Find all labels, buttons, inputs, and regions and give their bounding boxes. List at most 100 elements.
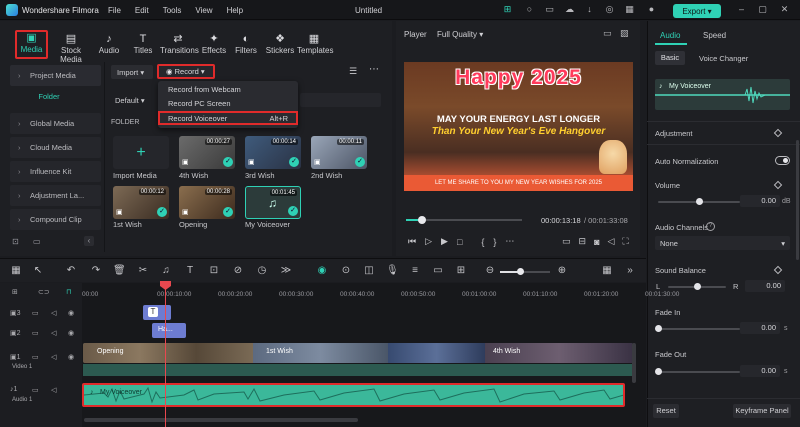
media-item-1st-wish[interactable]: 00:00:12 ▣ ✓: [113, 186, 169, 219]
folder-icon[interactable]: ▭: [32, 329, 39, 337]
ai-mode-icon[interactable]: ◉: [316, 265, 328, 276]
more-options-icon[interactable]: ⋯: [505, 236, 514, 247]
stop-icon[interactable]: □: [457, 237, 462, 247]
grid-view-icon[interactable]: ▦: [601, 265, 613, 276]
add-track-icon[interactable]: ⊞: [12, 288, 18, 296]
bracket-in-icon[interactable]: {: [481, 237, 484, 247]
headset-icon[interactable]: ◎: [605, 5, 614, 14]
sort-default-dropdown[interactable]: Default ▾: [115, 96, 145, 105]
media-item-opening[interactable]: 00:00:28 ▣ ✓: [179, 186, 235, 219]
avatar-icon[interactable]: ●: [647, 5, 656, 14]
title-clip[interactable]: T: [143, 305, 171, 320]
eye-icon[interactable]: ◉: [68, 353, 74, 361]
more-options-icon[interactable]: ⋯: [369, 64, 379, 75]
subtitle-icon[interactable]: ▭: [432, 265, 444, 276]
monitor-icon[interactable]: ▭: [545, 5, 554, 14]
media-item-3rd-wish[interactable]: 00:00:14 ▣ ✓: [245, 136, 301, 169]
folder-icon[interactable]: ▭: [32, 353, 39, 361]
skip-back-icon[interactable]: ⏮: [408, 236, 416, 247]
sidebar-item-compound-clip[interactable]: Compound Clip: [10, 209, 101, 230]
media-search-input[interactable]: [300, 93, 381, 107]
timeline-vertical-scrollbar[interactable]: [632, 343, 636, 383]
zoom-in-icon[interactable]: ⊕: [556, 265, 568, 276]
sidebar-item-global-media[interactable]: Global Media: [10, 113, 101, 134]
volume-icon[interactable]: ◁: [608, 236, 615, 247]
filter-icon[interactable]: ☰: [349, 66, 357, 77]
menu-item-record-pc-screen[interactable]: Record PC Screen: [158, 97, 298, 111]
auto-normalization-toggle[interactable]: [775, 156, 790, 165]
download-icon[interactable]: ↓: [585, 5, 594, 14]
tab-audio[interactable]: Audio: [660, 31, 680, 40]
snapshot-icon[interactable]: ▭: [603, 28, 612, 39]
collapse-sidebar-icon[interactable]: ‹: [84, 236, 94, 246]
volume-input[interactable]: 0.00: [740, 195, 780, 207]
magnet-icon[interactable]: ⊓: [66, 288, 71, 296]
tool-audio[interactable]: ♪ Audio: [96, 33, 122, 55]
folder-icon[interactable]: ▭: [32, 309, 39, 317]
play-icon[interactable]: ▷: [425, 236, 432, 247]
quality-dropdown[interactable]: Full Quality ▾: [437, 30, 483, 39]
media-item-2nd-wish[interactable]: 00:00:11 ▣ ✓: [311, 136, 367, 169]
minimize-icon[interactable]: –: [737, 5, 746, 14]
timeline-scrollbar[interactable]: [84, 418, 358, 422]
menu-file[interactable]: File: [108, 6, 121, 15]
maximize-icon[interactable]: ▢: [758, 5, 767, 14]
fade-in-knob[interactable]: [655, 325, 662, 332]
sidebar-item-cloud-media[interactable]: Cloud Media: [10, 137, 101, 158]
sidebar-item-influence-kit[interactable]: Influence Kit: [10, 161, 101, 182]
menu-item-record-voiceover[interactable]: Record Voiceover Alt+R: [158, 111, 298, 125]
tool-transitions[interactable]: ⇄ Transitions: [160, 33, 199, 55]
fit-icon[interactable]: ⊟: [579, 236, 587, 247]
keyframe-panel-button[interactable]: Keyframe Panel: [733, 404, 791, 418]
media-item-my-voiceover[interactable]: 00:01:45 ♫ ✓: [245, 186, 301, 219]
camera-icon[interactable]: ◙: [594, 237, 599, 247]
eye-icon[interactable]: ◉: [68, 309, 74, 317]
grid-icon[interactable]: ▦: [625, 5, 634, 14]
audio-clip-my-voiceover[interactable]: ♪ My Voiceover: [82, 383, 625, 407]
speaker-icon[interactable]: ◁: [51, 329, 56, 337]
help-icon[interactable]: ?: [706, 222, 715, 231]
redo-icon[interactable]: ↷: [90, 265, 102, 276]
tool-filters[interactable]: ◐ Filters: [235, 33, 257, 55]
record-button[interactable]: ◉ Record ▾: [157, 64, 215, 79]
more-options-icon[interactable]: ≫: [280, 265, 292, 276]
export-button[interactable]: Export ▾: [673, 4, 721, 18]
import-media-tile[interactable]: +: [113, 136, 169, 169]
speaker-icon[interactable]: ◁: [51, 353, 56, 361]
import-button[interactable]: Import ▾: [111, 65, 153, 79]
sidebar-item-adjustment-layer[interactable]: Adjustment La...: [10, 185, 101, 206]
fade-out-knob[interactable]: [655, 368, 662, 375]
playhead[interactable]: [165, 285, 166, 427]
delete-icon[interactable]: 🗑: [113, 265, 126, 276]
tool-effects[interactable]: ✦ Effects: [201, 33, 227, 55]
reset-button[interactable]: Reset: [653, 404, 679, 418]
video-preview[interactable]: Happy 2025 MAY YOUR ENERGY LAST LONGER T…: [404, 62, 633, 191]
eye-icon[interactable]: ◉: [68, 329, 74, 337]
menu-item-record-webcam[interactable]: Record from Webcam: [158, 83, 298, 97]
audio-edit-icon[interactable]: ♫: [160, 265, 172, 276]
volume-knob[interactable]: [696, 198, 703, 205]
fade-in-input[interactable]: 0.00: [740, 322, 780, 334]
crop-icon[interactable]: ⊡: [208, 265, 220, 276]
menu-edit[interactable]: Edit: [135, 6, 149, 15]
fullscreen-icon[interactable]: ⛶: [622, 236, 628, 247]
bracket-out-icon[interactable]: }: [493, 237, 496, 247]
link-icon[interactable]: ⊂⊃: [38, 288, 50, 296]
tool-titles[interactable]: T Titles: [131, 33, 155, 55]
fade-in-slider[interactable]: [658, 328, 740, 330]
timer-icon[interactable]: ◷: [256, 265, 268, 276]
property-scrollbar[interactable]: [796, 140, 799, 260]
shield-icon[interactable]: ◫: [363, 265, 375, 276]
text-icon[interactable]: T: [184, 265, 196, 276]
balance-knob[interactable]: [694, 283, 701, 290]
tab-speed[interactable]: Speed: [703, 31, 726, 40]
zoom-knob[interactable]: [517, 268, 524, 275]
select-arrow-icon[interactable]: ↖: [32, 265, 44, 276]
menu-tools[interactable]: Tools: [163, 6, 182, 15]
tool-stock-media[interactable]: ▤ Stock Media: [52, 33, 90, 64]
image-icon[interactable]: ▨: [620, 28, 629, 39]
tool-templates[interactable]: ▦ Templates: [297, 33, 333, 55]
audio-channels-select[interactable]: None ▾: [655, 236, 790, 250]
subtab-basic[interactable]: Basic: [655, 51, 685, 65]
folder-icon[interactable]: ▭: [33, 237, 41, 246]
